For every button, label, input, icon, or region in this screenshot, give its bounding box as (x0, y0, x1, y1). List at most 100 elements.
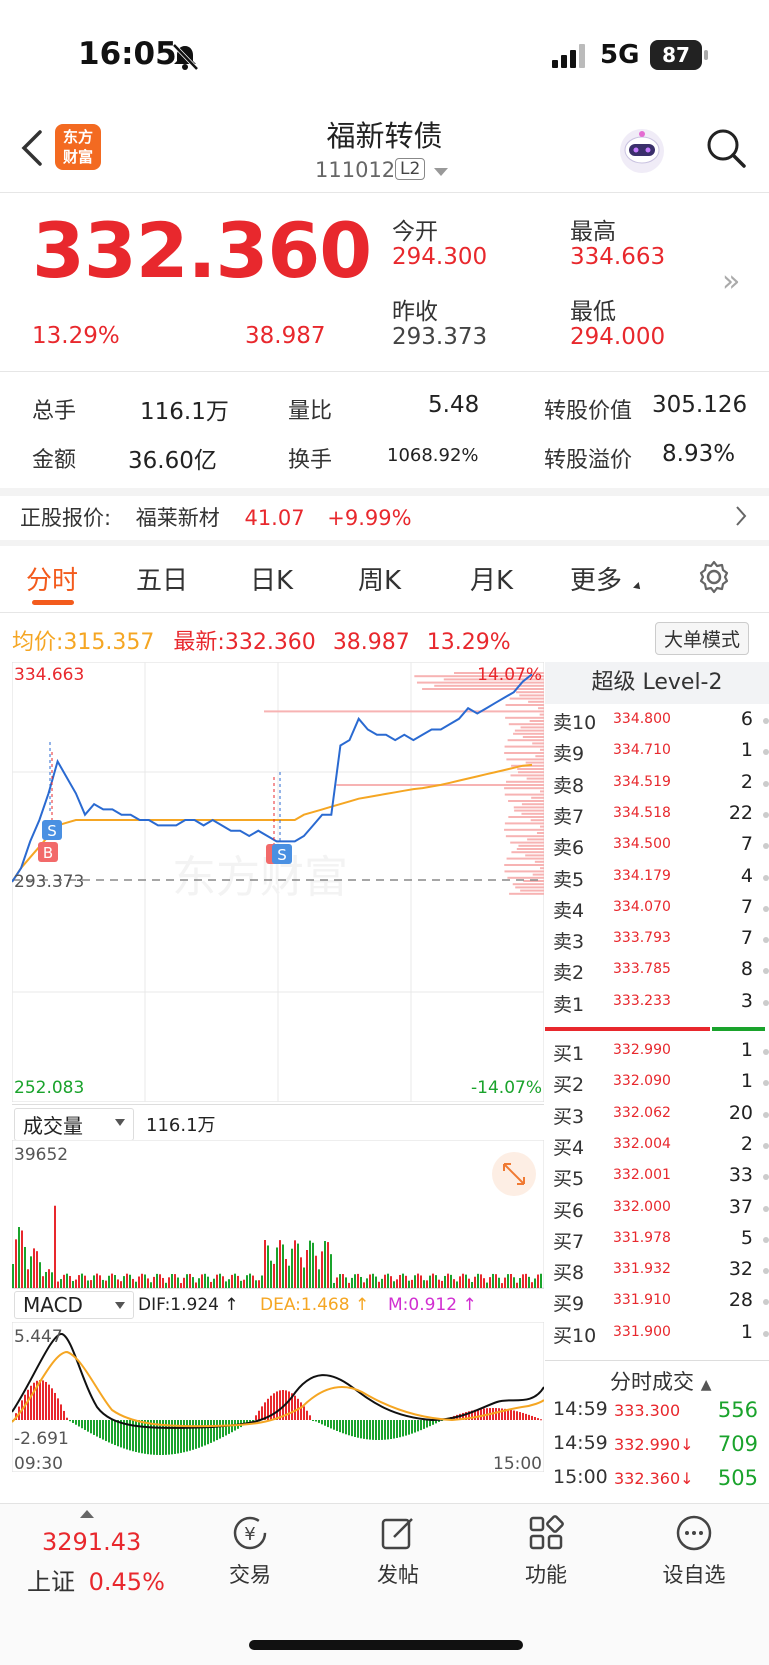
depth-bar (504, 787, 544, 790)
ask-row[interactable]: 卖9 334.710 1 (553, 739, 769, 769)
depth-bar (513, 806, 544, 809)
search-icon[interactable] (704, 126, 748, 170)
tab-more[interactable]: 更多 (570, 560, 622, 597)
bid-row[interactable]: 买6 332.000 37 (553, 1196, 769, 1226)
avg-row: 均价:315.357 最新:332.360 38.987 13.29% (12, 630, 511, 655)
macd-bar (90, 1420, 92, 1434)
volume-bar (60, 1279, 62, 1288)
bid-row[interactable]: 买7 331.978 5 (553, 1227, 769, 1257)
level-badge[interactable]: L2 (395, 158, 426, 180)
ask-row[interactable]: 卖6 334.500 7 (553, 833, 769, 863)
volume-bar (270, 1260, 272, 1288)
volume-bar (321, 1251, 323, 1288)
macd-bar (42, 1380, 44, 1420)
macd-selector[interactable]: MACD (14, 1291, 134, 1319)
depth-bar (511, 851, 544, 854)
volume-max-label: 39652 (14, 1145, 68, 1165)
volume-bar (267, 1245, 269, 1288)
post-button[interactable]: 发帖 (338, 1513, 458, 1589)
bid-row[interactable]: 买1 332.990 1 (553, 1039, 769, 1069)
ask-row[interactable]: 卖3 333.793 7 (553, 927, 769, 957)
depth-bar (520, 726, 544, 729)
macd-bar (87, 1420, 89, 1432)
volume-bar (540, 1273, 542, 1288)
prev-close-label: 昨收 (392, 299, 438, 325)
ask-qty: 3 (740, 989, 753, 1012)
volume-bar (405, 1275, 407, 1288)
volume-bar (384, 1274, 386, 1288)
ask-row[interactable]: 卖2 333.785 8 (553, 958, 769, 988)
depth-bar (535, 755, 544, 758)
macd-bar (228, 1420, 230, 1434)
turnover-label: 换手 (288, 448, 333, 473)
bid-row[interactable]: 买10 331.900 1 (553, 1321, 769, 1351)
macd-bar (402, 1420, 404, 1437)
bid-row[interactable]: 买5 332.001 33 (553, 1164, 769, 1194)
volume-bar (519, 1278, 521, 1288)
volume-selector[interactable]: 成交量 (14, 1108, 134, 1141)
volume-total: 116.1万 (146, 1115, 216, 1136)
trade-button[interactable]: ¥ 交易 (190, 1513, 310, 1589)
assistant-robot-icon[interactable] (617, 126, 667, 176)
volume-bar (438, 1279, 440, 1288)
bid-level: 买9 (553, 1293, 585, 1316)
dea-value: DEA:1.468 ↑ (260, 1295, 370, 1315)
tab-intraday[interactable]: 分时 (26, 560, 78, 597)
dot-icon (763, 968, 769, 975)
pct-max-label: 14.07% (477, 665, 542, 685)
index-row[interactable]: 上证 0.45% (27, 1562, 165, 1597)
caret-up-icon: ▲ (700, 1377, 712, 1393)
security-code: 111012 (315, 158, 396, 182)
bid-row[interactable]: 买8 331.932 32 (553, 1258, 769, 1288)
ask-row[interactable]: 卖10 334.800 6 (553, 708, 769, 738)
depth-bar (516, 848, 544, 850)
ask-row[interactable]: 卖5 334.179 4 (553, 865, 769, 895)
bid-row[interactable]: 买2 332.090 1 (553, 1070, 769, 1100)
features-button[interactable]: 功能 (486, 1513, 606, 1589)
ask-row[interactable]: 卖8 334.519 2 (553, 771, 769, 801)
macd-bar (387, 1420, 389, 1440)
caret-up-icon[interactable] (80, 1510, 94, 1518)
volume-bar (69, 1276, 71, 1288)
intraday-chart[interactable]: 东方财富 334.663 14.07% 293.373 252.083 -14.… (12, 662, 544, 1102)
volume-bar (411, 1279, 413, 1288)
ratio-label: 量比 (288, 399, 333, 424)
bid-row[interactable]: 买9 331.910 28 (553, 1289, 769, 1319)
volume-bar (525, 1273, 527, 1288)
trades-title[interactable]: 分时成交 ▲ (610, 1366, 711, 1396)
tab-weekly-k[interactable]: 周K (358, 560, 401, 597)
volume-chart[interactable]: 39652 (12, 1140, 544, 1288)
underlying-row[interactable]: 正股报价: 福莱新材 41.07 +9.99% (20, 502, 412, 532)
ask-row[interactable]: 卖4 334.070 7 (553, 896, 769, 926)
volume-bar (474, 1276, 476, 1288)
depth-bar (512, 883, 544, 886)
bid-row[interactable]: 买4 332.004 2 (553, 1133, 769, 1163)
volume-bar (489, 1277, 491, 1288)
large-order-mode-button[interactable]: 大单模式 (655, 622, 750, 655)
volume-bar (459, 1276, 461, 1288)
depth-bar (504, 828, 544, 831)
tab-five-day[interactable]: 五日 (136, 560, 188, 597)
chevron-down-icon[interactable] (434, 168, 448, 176)
volume-header: 成交量 116.1万 (12, 1104, 544, 1141)
macd-bar (84, 1420, 86, 1430)
ask-row[interactable]: 卖7 334.518 22 (553, 802, 769, 832)
add-watchlist-button[interactable]: 设自选 (634, 1513, 754, 1589)
ratio-value: 5.48 (428, 392, 480, 418)
bid-row[interactable]: 买3 332.062 20 (553, 1102, 769, 1132)
macd-chart[interactable]: 5.447 -2.691 09:30 15:00 (12, 1322, 544, 1472)
macd-bar (276, 1391, 278, 1420)
tab-monthly-k[interactable]: 月K (470, 560, 513, 597)
chevron-right-icon[interactable] (734, 505, 748, 527)
depth-bar (505, 716, 544, 719)
gear-icon[interactable] (697, 560, 731, 594)
volume-bar (462, 1273, 464, 1288)
tab-daily-k[interactable]: 日K (250, 560, 293, 597)
volume-bar (408, 1280, 410, 1288)
ask-row[interactable]: 卖1 333.233 3 (553, 989, 769, 1020)
more-dots-icon (676, 1515, 712, 1551)
chevron-down-icon (115, 1302, 125, 1309)
double-chevron-right-icon[interactable]: » (722, 264, 740, 299)
index-value[interactable]: 3291.43 (42, 1528, 141, 1556)
level2-title[interactable]: 超级 Level-2 (545, 662, 769, 704)
